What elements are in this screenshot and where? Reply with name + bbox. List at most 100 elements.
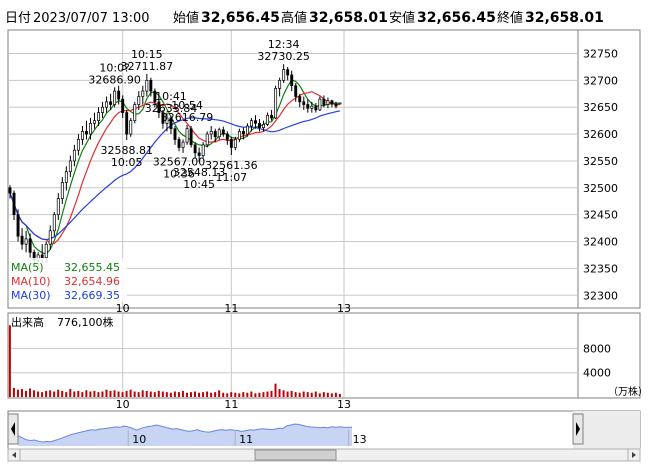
volume-bar [45,390,48,397]
candle-up [209,131,213,135]
volume-bar [286,391,289,397]
volume-bar [12,387,15,397]
volume-bar [53,391,56,397]
volume-bar [125,390,128,397]
candle-down [314,105,318,111]
volume-bar [278,389,281,397]
candle-down [149,80,153,92]
candle-down [254,120,257,124]
price-tick-label: 32600 [583,128,618,141]
volume-bar [266,391,269,397]
volume-bar [85,390,88,397]
candle-up [262,124,265,128]
candle-up [64,171,68,183]
volume-bar [314,391,317,397]
price-tick-label: 32450 [583,209,618,222]
volume-bar [222,392,225,397]
candle-down [286,69,290,76]
candle-up [326,100,330,105]
horizontal-scrollbar[interactable] [7,448,641,462]
volume-bar [310,392,313,397]
candle-down [189,128,193,146]
price-tick-label: 32300 [583,289,618,302]
header-bar: 日付 2023/07/07 13:00 始値 32,656.45 高値 32,6… [5,10,604,26]
candle-up [68,160,72,173]
candle-up [245,125,249,135]
low-label: 安値 [389,10,415,26]
candle-up [56,198,60,216]
candle-up [44,243,48,258]
volume-bar [65,392,68,397]
candle-down [12,192,16,216]
volume-bar [61,390,64,397]
volume-bar [49,390,52,397]
header-datetime: 2023/07/07 13:00 [33,11,150,26]
background [0,0,653,470]
candle-up [185,128,189,143]
ma-legend-value: 32,655.45 [64,261,120,274]
volume-bar [330,393,333,397]
candle-up [278,80,282,89]
candle-up [145,80,149,92]
volume-time-tick-label: 10 [116,398,130,411]
volume-bar [198,392,201,397]
candle-up [205,133,209,146]
volume-bar [161,391,164,397]
volume-bar [274,383,277,397]
candle-up [76,139,80,151]
annotation-low-line2: 10:45 [183,178,215,191]
candle-up [282,69,286,81]
candle-up [93,120,96,124]
candle-up [318,98,322,111]
volume-bar [210,392,213,397]
candle-down [225,133,229,140]
open-label: 始値 [173,10,199,26]
volume-bar [230,392,233,397]
candle-down [193,144,197,154]
candle-down [173,128,177,140]
price-tick-label: 32650 [583,101,618,114]
candle-up [237,131,241,140]
candle-down [294,85,298,97]
candle-up [24,238,28,245]
candle-down [177,139,181,148]
volume-bar [218,390,221,397]
volume-bar [226,393,229,397]
low-value: 32,656.45 [417,10,496,26]
volume-bar [89,391,92,397]
navigator-right-handle[interactable] [572,413,584,445]
chart-window: 日付 2023/07/07 13:00 始値 32,656.45 高値 32,6… [0,0,653,470]
volume-bar [202,392,205,397]
volume-bar [137,392,140,397]
volume-unit: （万株） [608,385,648,398]
volume-bar [149,391,152,397]
candle-down [270,114,274,119]
volume-bar [194,391,197,397]
volume-bar [41,392,44,397]
price-tick-label: 32700 [583,74,618,87]
candle-up [80,131,84,140]
volume-tick-label: 8000 [583,342,611,355]
volume-bar [214,392,217,397]
candle-up [101,106,105,113]
volume-bar [105,389,108,397]
price-tick-label: 32500 [583,182,618,195]
navigator-left-handle[interactable] [7,413,19,445]
volume-bar [173,391,176,397]
candle-down [85,131,88,135]
volume-bar [69,389,72,397]
annotation-low-line2: 10:05 [111,156,143,169]
candle-down [28,238,32,253]
volume-bar [93,390,96,397]
volume-bar [238,393,241,397]
volume-time-tick-label: 13 [337,398,351,411]
candle-down [125,112,129,135]
ma-legend-label: MA(10) [11,275,51,288]
candle-up [338,102,342,105]
volume-time-tick-label: 11 [224,398,238,411]
scrollbar-thumb[interactable] [254,449,337,461]
candle-down [322,98,326,105]
volume-bar [29,388,32,397]
volume-bar [117,391,120,397]
candle-down [121,98,125,113]
